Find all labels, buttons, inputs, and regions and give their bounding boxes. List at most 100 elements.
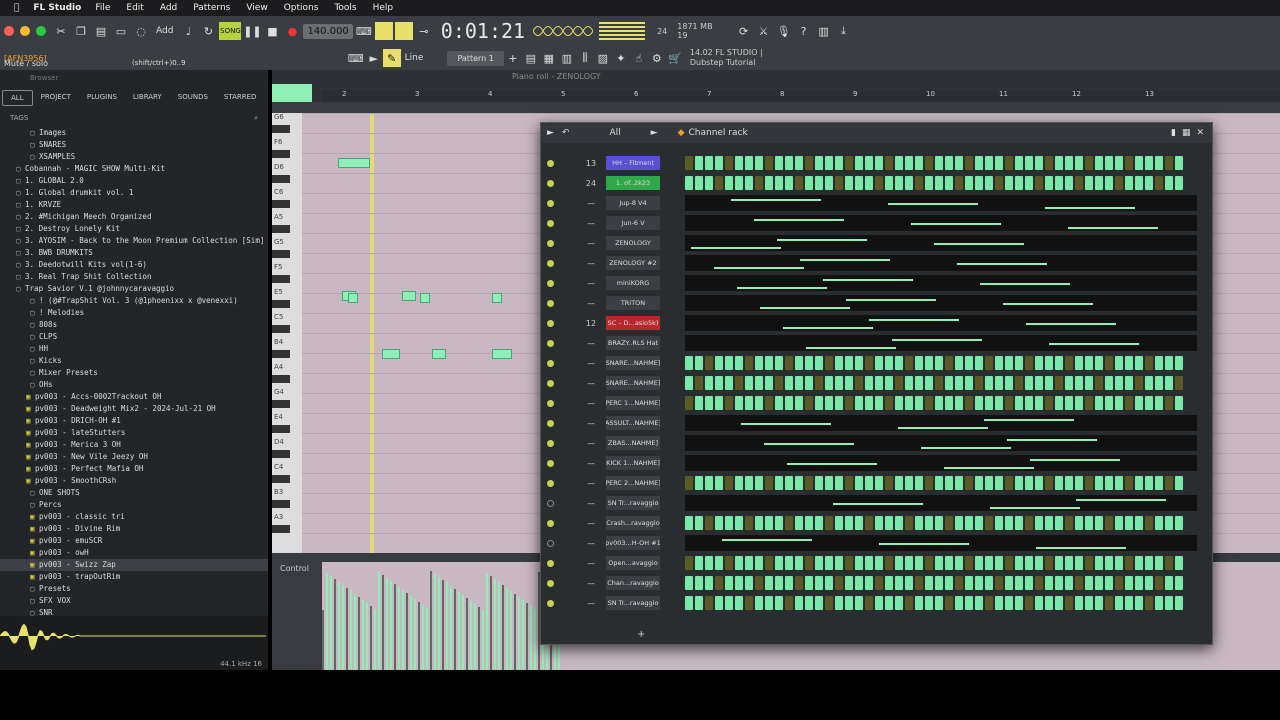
step-pad[interactable]	[1165, 176, 1173, 190]
step-pad[interactable]	[815, 376, 823, 390]
step-pad[interactable]	[945, 156, 953, 170]
velocity-bar[interactable]	[410, 596, 412, 670]
step-pad[interactable]	[1005, 596, 1013, 610]
step-pad[interactable]	[1035, 556, 1043, 570]
step-pad[interactable]	[845, 516, 853, 530]
channel-name-button[interactable]: BRAZY..RLS Hat	[606, 336, 660, 350]
velocity-bar[interactable]	[478, 607, 480, 670]
channel-mute-led[interactable]	[547, 499, 554, 507]
step-pad[interactable]	[905, 516, 913, 530]
step-pad[interactable]	[1055, 356, 1063, 370]
channel-name-button[interactable]: Open...avaggio	[606, 556, 660, 570]
browser-item[interactable]: ▢ Trap Savior V.1 @johnnycaravaggio	[0, 283, 268, 295]
black-key[interactable]	[272, 350, 290, 358]
browser-item[interactable]: ▣ pv003 - trapOutRim	[0, 571, 268, 583]
step-pad[interactable]	[895, 556, 903, 570]
step-pad[interactable]	[1125, 176, 1133, 190]
snap-pencil-icon[interactable]: ✎	[382, 49, 401, 67]
step-pad[interactable]	[1175, 376, 1183, 390]
step-pad[interactable]	[1175, 556, 1183, 570]
velocity-bar[interactable]	[510, 591, 512, 670]
step-pad[interactable]	[1005, 356, 1013, 370]
step-pad[interactable]	[955, 556, 963, 570]
velocity-bar[interactable]	[430, 571, 432, 670]
channel-name-button[interactable]: Crash...ravaggio	[606, 516, 660, 530]
step-pad[interactable]	[695, 576, 703, 590]
step-pad[interactable]	[765, 476, 773, 490]
black-key[interactable]	[272, 125, 290, 133]
step-pad[interactable]	[1135, 356, 1143, 370]
step-pad[interactable]	[1175, 356, 1183, 370]
velocity-bar[interactable]	[414, 599, 416, 670]
browser-tab-all[interactable]: ALL	[2, 90, 33, 106]
step-pad[interactable]	[765, 516, 773, 530]
browser-item[interactable]: ▣ pv003 - lateStutters	[0, 427, 268, 439]
browser-item[interactable]: ▢ ! Melodies	[0, 307, 268, 319]
step-pad[interactable]	[1075, 476, 1083, 490]
step-pad[interactable]	[705, 356, 713, 370]
step-pad[interactable]	[965, 176, 973, 190]
step-pad[interactable]	[1165, 376, 1173, 390]
step-pad[interactable]	[695, 596, 703, 610]
step-pad[interactable]	[725, 476, 733, 490]
step-pad[interactable]	[905, 356, 913, 370]
velocity-bar[interactable]	[442, 580, 444, 670]
step-pad[interactable]	[1175, 576, 1183, 590]
step-pad[interactable]	[1075, 576, 1083, 590]
note[interactable]	[348, 293, 358, 303]
velocity-bar[interactable]	[466, 598, 468, 670]
step-pad[interactable]	[945, 556, 953, 570]
step-pad[interactable]	[845, 576, 853, 590]
step-pad[interactable]	[965, 556, 973, 570]
browser-item[interactable]: ▢ 3. Deedotwill Kits vol(1-6)	[0, 259, 268, 271]
step-pad[interactable]	[855, 376, 863, 390]
velocity-bar[interactable]	[434, 574, 436, 670]
step-pad[interactable]	[1065, 476, 1073, 490]
step-pad[interactable]	[795, 356, 803, 370]
step-pad[interactable]	[955, 476, 963, 490]
step-pad[interactable]	[975, 596, 983, 610]
step-pad[interactable]	[795, 576, 803, 590]
channel-name-button[interactable]: 1. of..2k23	[606, 176, 660, 190]
timeline-ruler[interactable]: 2 3 4 5 6 7 8 9 10 11 12 13	[322, 90, 1280, 102]
step-pad[interactable]	[805, 156, 813, 170]
touch-controller-icon[interactable]: ☝	[630, 49, 648, 67]
step-pad[interactable]	[1155, 476, 1163, 490]
step-pad[interactable]	[715, 556, 723, 570]
plugin-icon[interactable]: ▥	[815, 22, 833, 40]
step-pad[interactable]	[725, 376, 733, 390]
step-pad[interactable]	[995, 516, 1003, 530]
velocity-bar[interactable]	[426, 608, 428, 670]
group-filter[interactable]: All	[609, 128, 620, 138]
browser-item[interactable]: ▢ XSAMPLES	[0, 151, 268, 163]
step-pad[interactable]	[935, 476, 943, 490]
step-pad[interactable]	[875, 376, 883, 390]
velocity-bar[interactable]	[498, 582, 500, 670]
step-pad[interactable]	[1025, 596, 1033, 610]
apple-icon[interactable]: 	[14, 3, 19, 13]
add-channel-button[interactable]: +	[637, 629, 645, 640]
download-icon[interactable]: ⤓	[835, 22, 853, 40]
record-button[interactable]: ●	[283, 22, 301, 40]
song-mode-toggle[interactable]: SONG	[219, 22, 242, 40]
step-pad[interactable]	[1155, 556, 1163, 570]
step-pad[interactable]	[905, 176, 913, 190]
velocity-bar[interactable]	[494, 579, 496, 670]
step-pad[interactable]	[775, 516, 783, 530]
mixer-track-number[interactable]: —	[580, 259, 602, 268]
step-pad[interactable]	[895, 376, 903, 390]
step-pad[interactable]	[955, 596, 963, 610]
browser-item[interactable]: ▣ pv003 - SmoothCRsh	[0, 475, 268, 487]
note[interactable]	[420, 293, 430, 303]
step-pad[interactable]	[785, 556, 793, 570]
step-pad[interactable]	[1095, 356, 1103, 370]
velocity-bar[interactable]	[358, 597, 360, 670]
step-pad[interactable]	[985, 356, 993, 370]
pattern-selector[interactable]: Pattern 1	[447, 50, 504, 66]
step-pad[interactable]	[915, 476, 923, 490]
step-pad[interactable]	[745, 596, 753, 610]
step-pad[interactable]	[815, 576, 823, 590]
velocity-bar[interactable]	[374, 609, 376, 670]
step-pad[interactable]	[1125, 556, 1133, 570]
step-pad[interactable]	[1105, 176, 1113, 190]
